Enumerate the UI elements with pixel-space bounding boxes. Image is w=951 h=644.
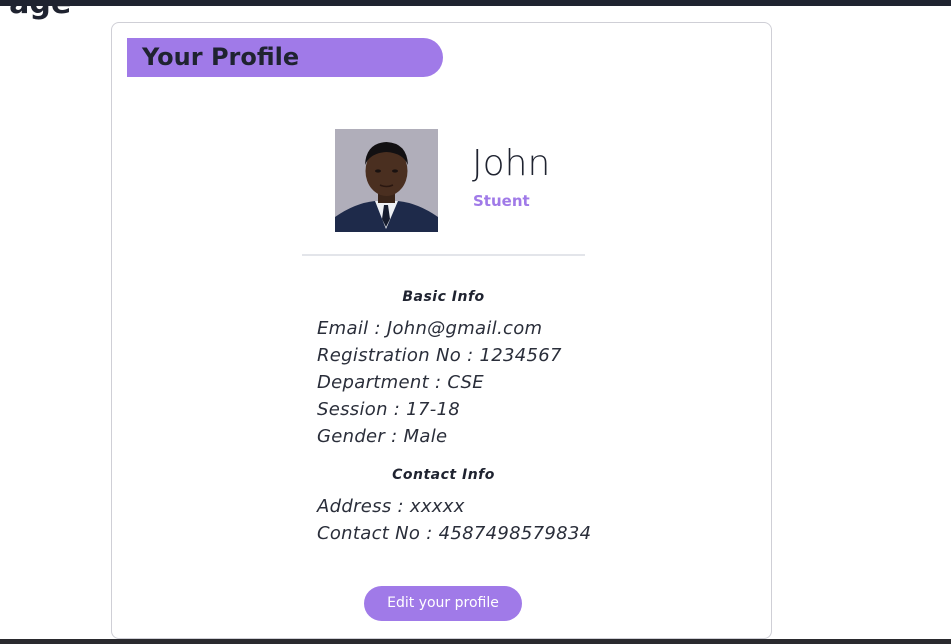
person-photo-icon [335, 129, 438, 232]
info-row-session: Session : 17-18 [317, 399, 460, 420]
avatar [335, 129, 438, 232]
contact-info-title: Contact Info [392, 467, 495, 483]
info-row-email: Email : John@gmail.com [317, 318, 543, 339]
info-row-registration: Registration No : 1234567 [317, 345, 562, 366]
profile-name: John [472, 143, 551, 184]
basic-info-title: Basic Info [402, 289, 485, 305]
page-heading: Page [0, 0, 72, 21]
edit-profile-button[interactable]: Edit your profile [364, 586, 522, 621]
info-row-address: Address : xxxxx [317, 496, 465, 517]
profile-role: Stuent [473, 192, 530, 210]
profile-header: Your Profile [127, 38, 443, 77]
bottom-bar [0, 639, 951, 644]
info-row-department: Department : CSE [317, 372, 484, 393]
info-row-gender: Gender : Male [317, 426, 448, 447]
profile-card: Your Profile John Stuent Basic Info Emai… [111, 22, 772, 639]
info-row-contact: Contact No : 4587498579834 [317, 523, 592, 544]
divider [302, 254, 585, 256]
top-bar [0, 0, 951, 6]
